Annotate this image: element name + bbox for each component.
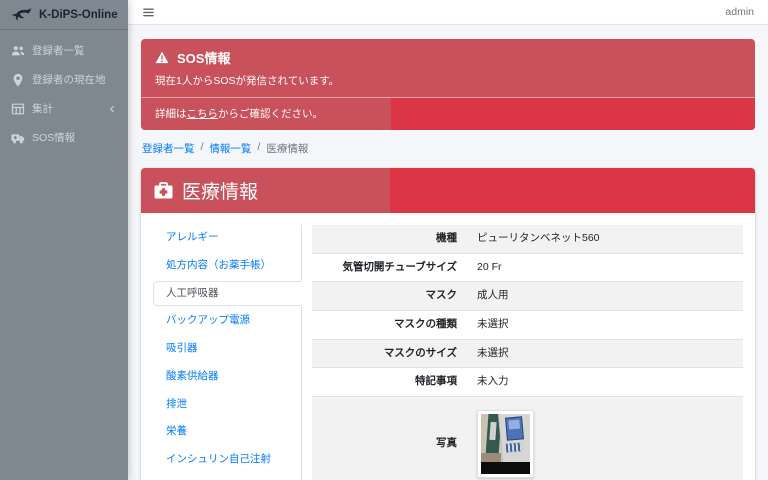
sidebar-nav: 登録者一覧登録者の現在地 集計 SOS情報 xyxy=(0,30,128,158)
card-body: アレルギー 処方内容（お薬手帳） 人工呼吸器 バックアップ電源 吸引器 酸素供給器 排泄 栄養… xyxy=(141,213,755,480)
tab-oxygen-supply[interactable]: 酸素供給器 xyxy=(153,364,301,390)
tab-other[interactable]: その他 xyxy=(153,475,301,480)
sos-alert-detail: 詳細はこちらからご確認ください。 xyxy=(141,98,755,130)
tab-insulin[interactable]: インシュリン自己注射 xyxy=(153,447,301,473)
chevron-left-icon xyxy=(107,104,117,114)
detail-value: 20 Fr xyxy=(477,260,502,273)
bird-logo-icon xyxy=(11,7,32,21)
sidebar-item-aggregate[interactable]: 集計 xyxy=(0,94,128,123)
sos-alert: SOS情報 現在1人からSOSが発信されています。 詳細はこちらからご確認くださ… xyxy=(141,39,755,130)
sidebar-item-registrants[interactable]: 登録者一覧 xyxy=(0,36,128,65)
medkit-icon xyxy=(154,182,173,199)
users-icon xyxy=(11,44,25,58)
breadcrumb-separator: / xyxy=(257,141,261,153)
breadcrumb-current: 医療情報 xyxy=(266,143,309,155)
sos-alert-title: SOS情報 xyxy=(155,48,741,67)
menu-toggle-icon[interactable] xyxy=(142,6,155,19)
topbar: admin xyxy=(128,0,768,25)
main-area: admin SOS情報 現在1人からSOSが発信されています。 詳細はこちらから… xyxy=(128,0,768,480)
detail-label: マスク xyxy=(425,289,458,302)
user-menu[interactable]: admin xyxy=(725,6,754,18)
tab-suction[interactable]: 吸引器 xyxy=(153,336,301,362)
medical-info-card: 医療情報 アレルギー 処方内容（お薬手帳） 人工呼吸器 バックアップ電源 吸引器 酸素供給… xyxy=(141,168,755,480)
sidebar-item-label: SOS情報 xyxy=(32,132,76,144)
detail-value xyxy=(467,397,743,480)
tab-backup-power[interactable]: バックアップ電源 xyxy=(153,308,301,334)
detail-row: マスクのサイズ 未選択 xyxy=(312,338,743,368)
brand-link[interactable]: K-DiPS-Online xyxy=(0,0,128,30)
map-marker-icon xyxy=(11,73,25,87)
detail-label: マスクのサイズ xyxy=(383,346,457,359)
photo-thumbnail[interactable] xyxy=(477,409,534,478)
sos-detail-link[interactable]: こちら xyxy=(187,108,219,120)
detail-value: 未選択 xyxy=(477,346,509,359)
tab-nutrition[interactable]: 栄養 xyxy=(153,419,301,445)
warning-icon xyxy=(155,51,169,64)
detail-value: 未選択 xyxy=(477,317,509,330)
sos-alert-title-text: SOS情報 xyxy=(177,51,231,66)
tab-ventilator[interactable]: 人工呼吸器 xyxy=(153,280,302,307)
card-header: 医療情報 xyxy=(141,168,755,213)
tab-allergy[interactable]: アレルギー xyxy=(153,225,301,251)
detail-value: ピューリタンベネット560 xyxy=(477,232,600,244)
brand-label: K-DiPS-Online xyxy=(39,8,118,21)
tab-prescription[interactable]: 処方内容（お薬手帳） xyxy=(153,253,301,279)
detail-row: 気管切開チューブサイズ 20 Fr xyxy=(312,252,743,282)
sidebar-item-sos-info[interactable]: SOS情報 xyxy=(0,123,128,152)
sidebar: K-DiPS-Online 登録者一覧登録者の現在地 集計 SOS情報 xyxy=(0,0,128,480)
ventilator-photo xyxy=(481,413,530,474)
tab-excretion[interactable]: 排泄 xyxy=(153,392,301,418)
detail-table: 機種 ピューリタンベネット560 気管切開チューブサイズ 20 Fr マスク 成人用 マスク… xyxy=(312,225,743,480)
sos-alert-message: 現在1人からSOSが発信されています。 xyxy=(155,75,340,87)
detail-row: マスクの種類 未選択 xyxy=(312,309,743,339)
tab-list: アレルギー 処方内容（お薬手帳） 人工呼吸器 バックアップ電源 吸引器 酸素供給器 排泄 栄養… xyxy=(153,225,302,480)
breadcrumb-link[interactable]: 情報一覧 xyxy=(209,141,251,156)
ambulance-icon xyxy=(11,131,25,145)
sidebar-item-registrant-location[interactable]: 登録者の現在地 xyxy=(0,65,128,94)
detail-label: 写真 xyxy=(436,437,457,450)
detail-label: 気管切開チューブサイズ xyxy=(342,260,457,273)
detail-row: 機種 ピューリタンベネット560 xyxy=(312,225,743,253)
breadcrumb: 登録者一覧 / 情報一覧 / 医療情報 xyxy=(142,141,754,156)
sidebar-item-label: 集計 xyxy=(32,103,53,115)
detail-value: 未入力 xyxy=(477,375,509,388)
detail-value: 成人用 xyxy=(477,289,509,302)
detail-row: 写真 xyxy=(312,395,743,480)
sos-alert-top: SOS情報 現在1人からSOSが発信されています。 xyxy=(141,39,755,97)
sos-detail-suffix: からご確認ください。 xyxy=(218,108,323,120)
page-title: 医療情報 xyxy=(182,182,259,203)
detail-label: 機種 xyxy=(436,232,457,244)
detail-label: マスクの種類 xyxy=(394,317,457,330)
sidebar-item-label: 登録者の現在地 xyxy=(32,74,106,86)
sidebar-item-label: 登録者一覧 xyxy=(32,45,85,57)
detail-label: 特記事項 xyxy=(415,375,457,388)
sos-detail-prefix: 詳細は xyxy=(155,108,187,120)
breadcrumb-separator: / xyxy=(200,141,204,153)
table-icon xyxy=(11,102,25,116)
detail-row: 特記事項 未入力 xyxy=(312,367,743,396)
breadcrumb-link[interactable]: 登録者一覧 xyxy=(142,141,195,156)
detail-row: マスク 成人用 xyxy=(312,281,743,310)
content: SOS情報 現在1人からSOSが発信されています。 詳細はこちらからご確認くださ… xyxy=(128,25,768,480)
